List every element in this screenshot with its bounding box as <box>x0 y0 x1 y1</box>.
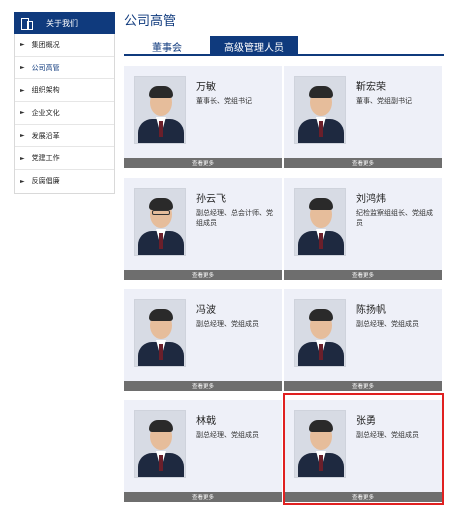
person-card: 林戟 副总经理、党组成员 查看更多 <box>124 400 282 502</box>
person-card: 陈扬帆 副总经理、党组成员 查看更多 <box>284 289 442 391</box>
person-role: 副总经理、党组成员 <box>196 320 259 328</box>
sidebar-item-label: 反腐倡廉 <box>31 177 60 186</box>
building-icon <box>20 17 33 30</box>
person-name[interactable]: 刘鸿炜 <box>356 190 386 205</box>
person-photo[interactable] <box>294 76 346 144</box>
person-photo[interactable] <box>134 410 186 478</box>
chevron-right-icon: ► <box>20 154 25 162</box>
person-role: 董事、党组副书记 <box>356 97 412 105</box>
person-photo[interactable] <box>294 188 346 256</box>
sidebar-item-overview[interactable]: ► 集团概况 <box>15 34 114 57</box>
person-role: 副总经理、党组成员 <box>196 431 259 439</box>
person-card: 冯波 副总经理、党组成员 查看更多 <box>124 289 282 391</box>
chevron-right-icon: ► <box>20 41 25 49</box>
person-role: 纪检监察组组长、党组成员 <box>356 209 433 227</box>
view-more-button[interactable]: 查看更多 <box>284 158 442 168</box>
chevron-right-icon: ► <box>20 109 25 117</box>
sidebar-header: 关于我们 <box>14 12 115 34</box>
sidebar: 关于我们 ► 集团概况 ► 公司高管 ► 组织架构 ► 企业文化 ► 发展沿革 … <box>14 12 115 194</box>
chevron-right-icon: ► <box>20 64 25 72</box>
person-card: 孙云飞 副总经理、总会计师、党组成员 查看更多 <box>124 178 282 280</box>
person-name[interactable]: 孙云飞 <box>196 190 226 205</box>
person-name[interactable]: 陈扬帆 <box>356 301 386 316</box>
sidebar-list: ► 集团概况 ► 公司高管 ► 组织架构 ► 企业文化 ► 发展沿革 ► 党建工… <box>14 34 115 194</box>
sidebar-header-label: 关于我们 <box>46 18 78 28</box>
sidebar-item-culture[interactable]: ► 企业文化 <box>15 102 114 125</box>
person-card: 靳宏荣 董事、党组副书记 查看更多 <box>284 66 442 168</box>
sidebar-item-history[interactable]: ► 发展沿革 <box>15 125 114 148</box>
tab-bar: 董事会 高级管理人员 <box>124 36 444 56</box>
person-card: 万敏 董事长、党组书记 查看更多 <box>124 66 282 168</box>
sidebar-item-party-building[interactable]: ► 党建工作 <box>15 147 114 171</box>
chevron-right-icon: ► <box>20 177 25 185</box>
view-more-button[interactable]: 查看更多 <box>284 381 442 391</box>
sidebar-item-label: 企业文化 <box>31 108 60 117</box>
view-more-button[interactable]: 查看更多 <box>284 270 442 280</box>
sidebar-item-organization[interactable]: ► 组织架构 <box>15 79 114 103</box>
sidebar-item-label: 集团概况 <box>31 40 60 49</box>
chevron-right-icon: ► <box>20 86 25 94</box>
person-name[interactable]: 靳宏荣 <box>356 78 386 93</box>
person-photo[interactable] <box>134 188 186 256</box>
chevron-right-icon: ► <box>20 132 25 140</box>
sidebar-item-executives[interactable]: ► 公司高管 <box>15 57 114 80</box>
person-photo[interactable] <box>134 76 186 144</box>
page-title: 公司高管 <box>124 14 177 29</box>
person-photo[interactable] <box>294 299 346 367</box>
sidebar-item-anti-corruption[interactable]: ► 反腐倡廉 <box>15 170 114 193</box>
sidebar-item-label: 组织架构 <box>31 86 60 95</box>
view-more-button[interactable]: 查看更多 <box>124 270 282 280</box>
view-more-button[interactable]: 查看更多 <box>124 381 282 391</box>
person-name[interactable]: 林戟 <box>196 412 216 427</box>
tab-senior-management[interactable]: 高级管理人员 <box>210 36 298 56</box>
person-name[interactable]: 万敏 <box>196 78 216 93</box>
person-role: 董事长、党组书记 <box>196 97 252 105</box>
view-more-button[interactable]: 查看更多 <box>124 158 282 168</box>
sidebar-item-label: 党建工作 <box>31 154 60 163</box>
sidebar-item-label: 发展沿革 <box>31 131 60 140</box>
person-name[interactable]: 冯波 <box>196 301 216 316</box>
selection-highlight <box>283 393 444 505</box>
tab-board[interactable]: 董事会 <box>124 36 210 56</box>
person-card: 刘鸿炜 纪检监察组组长、党组成员 查看更多 <box>284 178 442 280</box>
person-photo[interactable] <box>134 299 186 367</box>
sidebar-item-label: 公司高管 <box>31 63 60 72</box>
person-role: 副总经理、总会计师、党组成员 <box>196 209 273 227</box>
person-role: 副总经理、党组成员 <box>356 320 419 328</box>
view-more-button[interactable]: 查看更多 <box>124 492 282 502</box>
